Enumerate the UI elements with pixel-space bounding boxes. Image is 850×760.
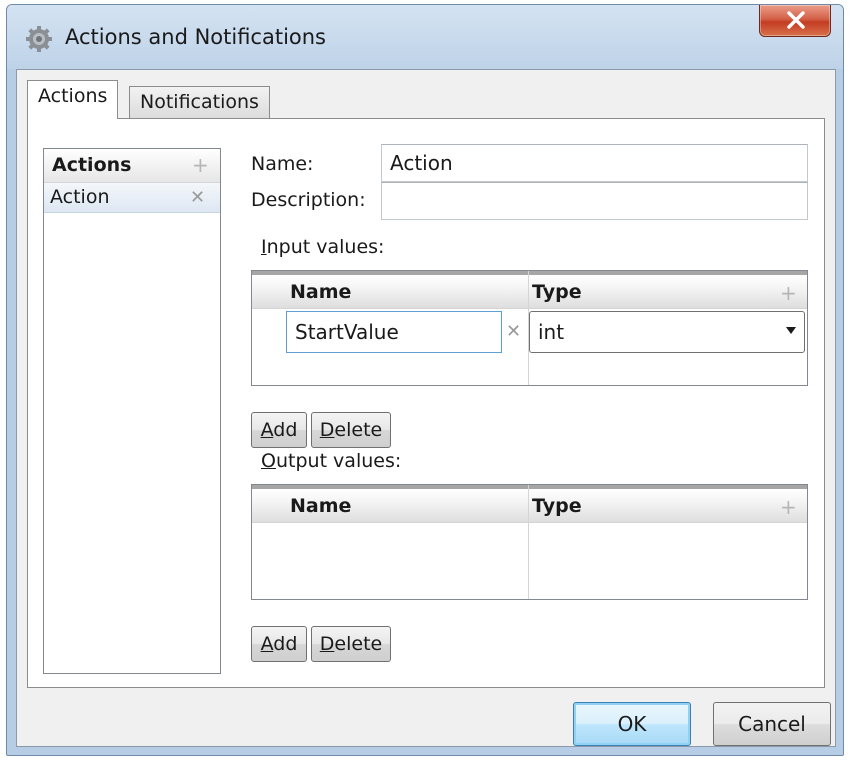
x-icon[interactable]: ✕ — [506, 323, 521, 341]
tab-actions[interactable]: Actions — [27, 80, 119, 119]
list-item-label: Action — [50, 186, 110, 208]
output-delete-button[interactable]: Delete — [311, 626, 391, 662]
dialog-window: Actions and Notifications Actions Notifi… — [6, 4, 844, 756]
name-field[interactable]: Action — [381, 144, 808, 182]
output-values-label: Output values: — [261, 450, 402, 472]
input-delete-button[interactable]: Delete — [311, 412, 391, 448]
cancel-button[interactable]: Cancel — [713, 702, 831, 746]
column-header-type[interactable]: Type — [532, 281, 582, 303]
close-button[interactable] — [759, 5, 831, 37]
list-item[interactable]: Action ✕ — [44, 183, 220, 213]
plus-icon[interactable]: + — [780, 497, 797, 517]
plus-icon[interactable]: + — [192, 155, 209, 175]
output-values-grid: Name Type + — [251, 484, 808, 600]
actions-list[interactable]: Actions + Action ✕ — [43, 148, 221, 674]
column-header-type[interactable]: Type — [532, 495, 582, 517]
cancel-button-label: Cancel — [738, 712, 806, 736]
input-name-value: StartValue — [295, 320, 399, 344]
actions-list-title: Actions — [52, 154, 132, 176]
input-type-select[interactable]: int — [529, 311, 805, 353]
ok-button-label: OK — [617, 712, 647, 736]
close-icon — [787, 11, 805, 29]
ok-button[interactable]: OK — [573, 702, 691, 746]
input-values-grid-header: Name Type + — [252, 271, 807, 309]
actions-list-header: Actions + — [44, 149, 220, 183]
tab-actions-label: Actions — [38, 85, 108, 107]
tab-notifications-label: Notifications — [140, 91, 259, 113]
tab-notifications[interactable]: Notifications — [129, 86, 270, 118]
description-field[interactable] — [381, 182, 808, 220]
input-type-value: int — [538, 320, 565, 344]
input-values-grid: Name Type + StartValue ✕ int — [251, 270, 808, 386]
output-add-button[interactable]: Add — [251, 626, 307, 662]
chevron-down-icon — [786, 327, 796, 334]
title-bar[interactable]: Actions and Notifications — [7, 5, 843, 69]
gear-icon — [25, 25, 53, 53]
x-icon[interactable]: ✕ — [190, 189, 205, 207]
column-header-name[interactable]: Name — [290, 281, 351, 303]
plus-icon[interactable]: + — [780, 283, 797, 303]
description-label: Description: — [251, 189, 366, 211]
name-label: Name: — [251, 153, 314, 175]
input-name-field[interactable]: StartValue — [286, 311, 502, 353]
input-add-button[interactable]: Add — [251, 412, 307, 448]
dialog-client-area: Actions Notifications Actions + Action ✕… — [16, 69, 836, 747]
actions-tab-panel: Actions + Action ✕ Name: Action Descript… — [27, 118, 825, 688]
output-values-grid-header: Name Type + — [252, 485, 807, 523]
name-field-value: Action — [390, 151, 453, 175]
column-divider — [528, 485, 529, 599]
input-values-label: Input values: — [261, 236, 385, 258]
column-header-name[interactable]: Name — [290, 495, 351, 517]
window-title: Actions and Notifications — [65, 25, 327, 49]
